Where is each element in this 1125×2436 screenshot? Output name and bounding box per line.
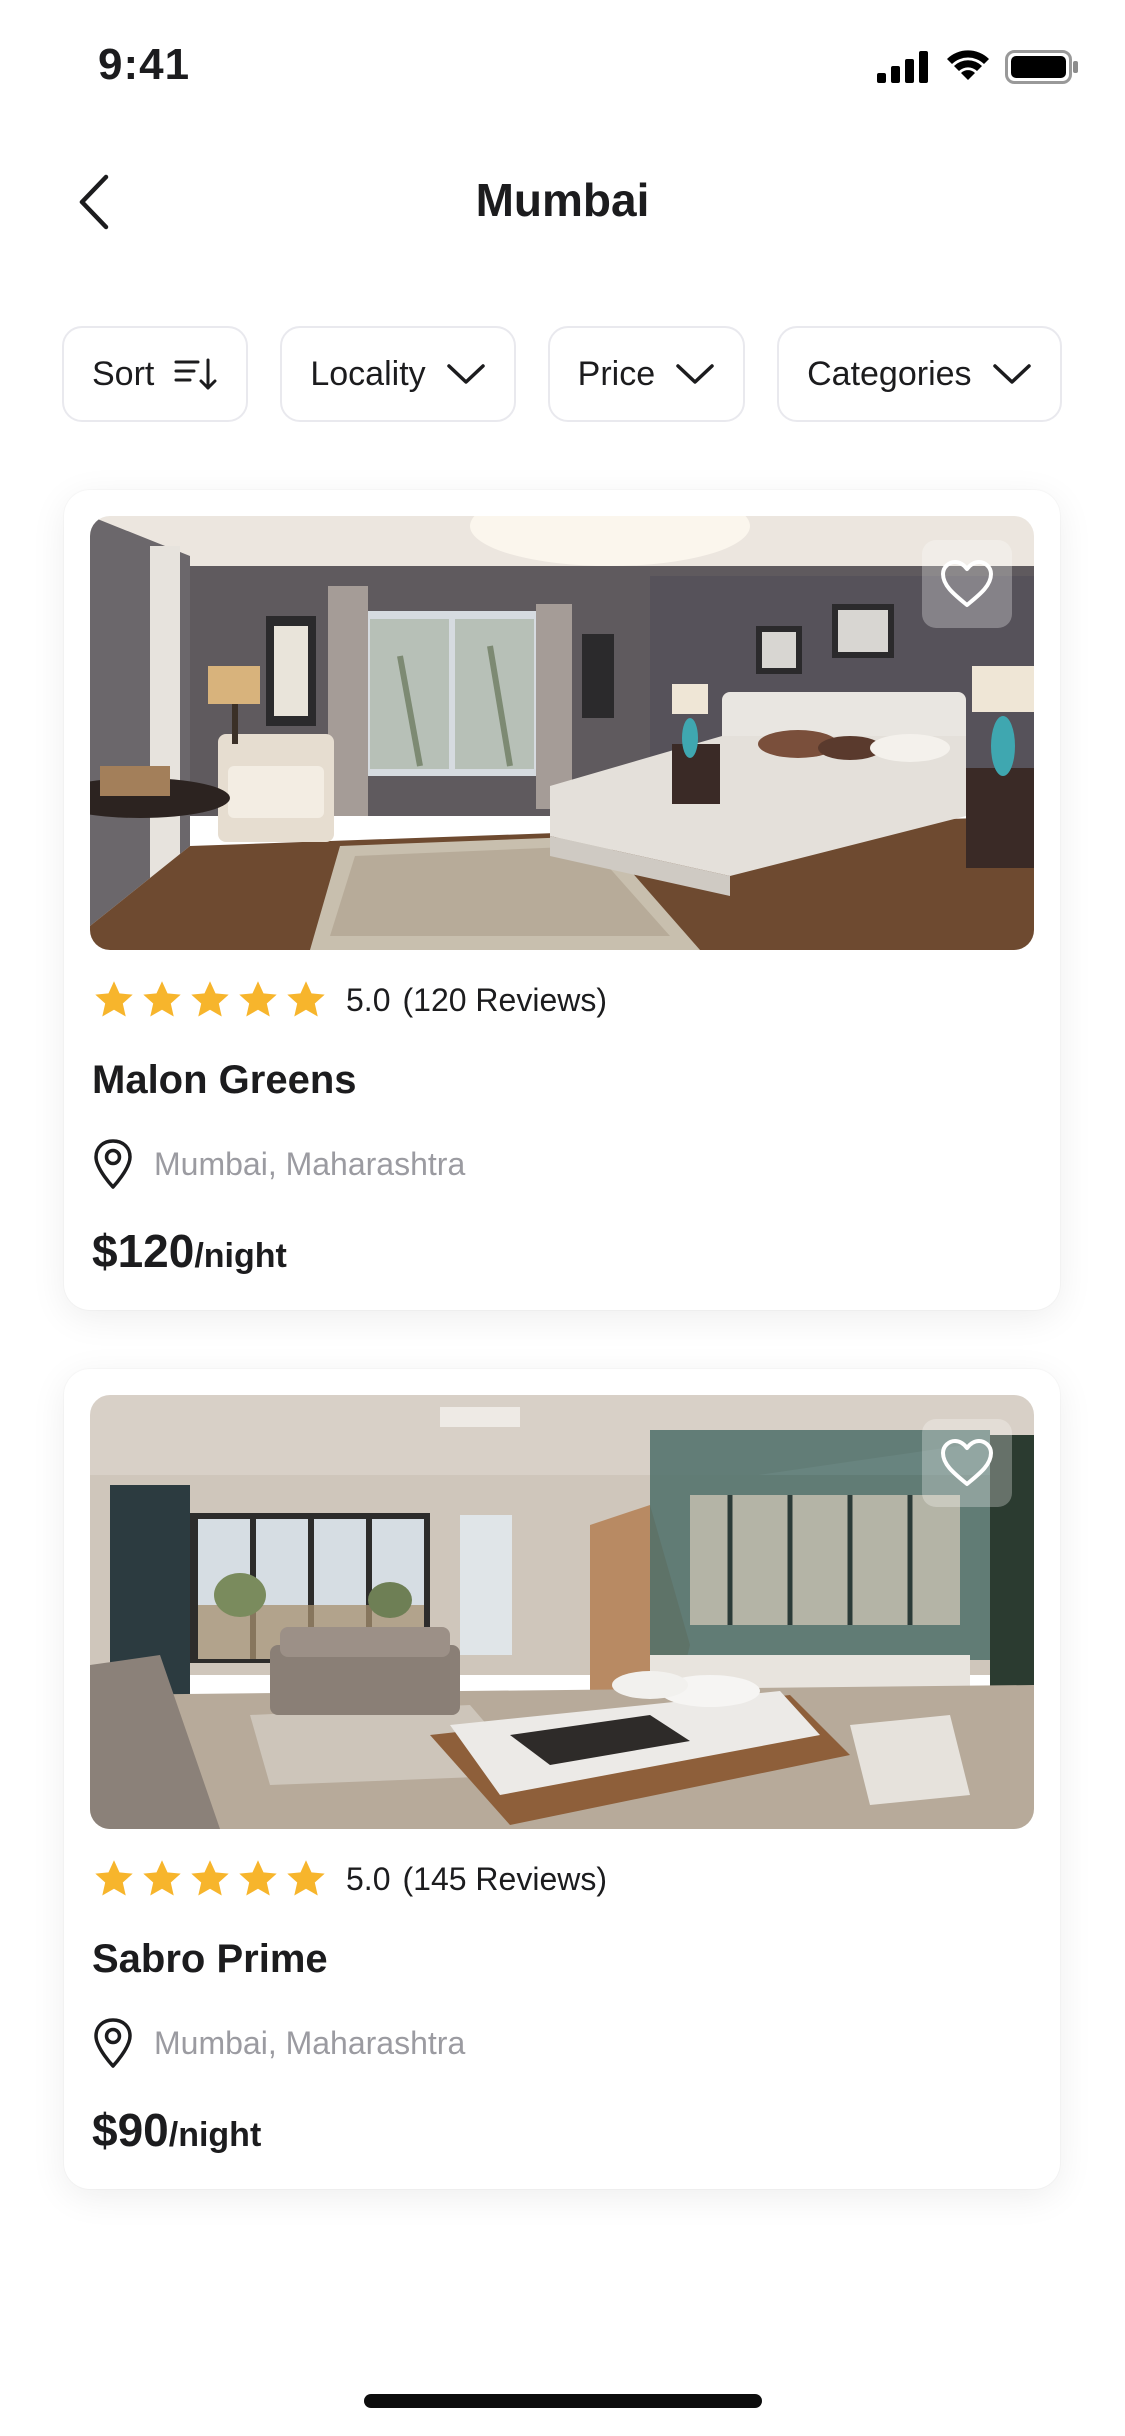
battery-icon	[1005, 50, 1079, 89]
heart-icon	[941, 560, 993, 607]
price-label: Price	[577, 354, 656, 393]
price-unit: /night	[194, 1237, 287, 1275]
locality-label: Locality	[310, 354, 426, 393]
listing-name[interactable]: Malon Greens	[92, 1058, 357, 1103]
heart-icon	[941, 1439, 993, 1486]
sort-label: Sort	[92, 354, 155, 393]
listing-price: $120	[92, 1225, 195, 1277]
locality-filter[interactable]: Locality	[280, 326, 516, 422]
review-count: (145 Reviews)	[402, 1860, 607, 1897]
star-icon	[143, 981, 181, 1017]
price-row: $90 /night	[92, 2103, 261, 2157]
listing-location: Mumbai, Maharashtra	[154, 2024, 466, 2061]
rating-row: 5.0 (120 Reviews)	[92, 978, 607, 1022]
review-count: (120 Reviews)	[402, 981, 607, 1018]
cellular-signal-icon	[877, 51, 931, 88]
page-title: Mumbai	[475, 174, 650, 226]
location-row: Mumbai, Maharashtra	[92, 1138, 465, 1190]
favorite-button[interactable]	[922, 540, 1012, 628]
price-unit: /night	[168, 2116, 262, 2154]
sort-icon	[174, 356, 218, 392]
filter-bar: Sort Locality Price Categories	[62, 326, 1062, 424]
star-rating	[92, 1857, 328, 1901]
price-filter[interactable]: Price	[547, 326, 746, 422]
chevron-down-icon	[992, 362, 1032, 386]
categories-label: Categories	[807, 354, 972, 393]
listing-photo[interactable]	[90, 1395, 1034, 1829]
chevron-down-icon	[446, 362, 486, 386]
rating-row: 5.0 (145 Reviews)	[92, 1857, 607, 1901]
listing-location: Mumbai, Maharashtra	[154, 1145, 466, 1182]
star-icon	[191, 1860, 229, 1896]
star-icon	[287, 981, 325, 1017]
rating-score: 5.0	[346, 981, 391, 1018]
home-indicator	[364, 2394, 762, 2408]
listing-card[interactable]: 5.0 (145 Reviews) Sabro Prime Mumbai, Ma…	[64, 1369, 1060, 2189]
listing-photo[interactable]	[90, 516, 1034, 950]
star-icon	[239, 1860, 277, 1896]
star-rating	[92, 978, 328, 1022]
location-pin-icon	[94, 1139, 132, 1189]
status-time: 9:41	[98, 40, 191, 89]
star-icon	[143, 1860, 181, 1896]
sort-button[interactable]: Sort	[62, 326, 249, 422]
status-icons	[877, 50, 1079, 89]
status-bar: 9:41	[0, 0, 1125, 132]
wifi-icon	[945, 50, 991, 89]
chevron-down-icon	[675, 362, 715, 386]
header: Mumbai	[0, 150, 1125, 250]
favorite-button[interactable]	[922, 1419, 1012, 1507]
rating-score: 5.0	[346, 1860, 391, 1897]
location-row: Mumbai, Maharashtra	[92, 2017, 465, 2069]
listing-card[interactable]: 5.0 (120 Reviews) Malon Greens Mumbai, M…	[64, 490, 1060, 1310]
star-icon	[287, 1860, 325, 1896]
star-icon	[239, 981, 277, 1017]
listing-price: $90	[92, 2104, 169, 2156]
star-icon	[191, 981, 229, 1017]
categories-filter[interactable]: Categories	[777, 326, 1062, 422]
price-row: $120 /night	[92, 1224, 287, 1278]
star-icon	[95, 1860, 133, 1896]
star-icon	[95, 981, 133, 1017]
location-pin-icon	[94, 2018, 132, 2068]
listing-name[interactable]: Sabro Prime	[92, 1937, 328, 1982]
